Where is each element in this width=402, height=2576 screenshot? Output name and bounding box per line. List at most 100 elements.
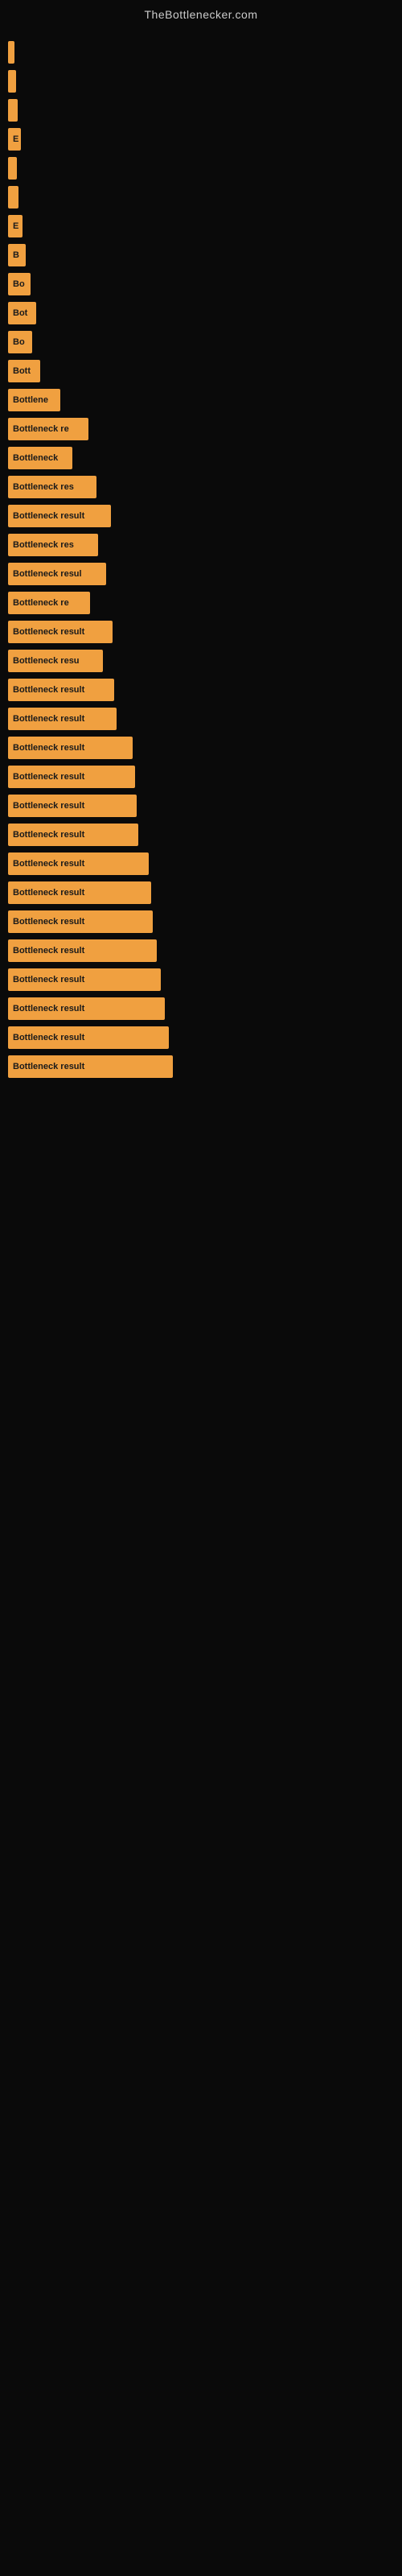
bar-row: Bottleneck result: [8, 505, 394, 527]
bar-label-18: Bottleneck res: [13, 540, 74, 550]
bottleneck-bar-2: [8, 70, 16, 93]
bar-row: [8, 157, 394, 180]
bar-label-8: B: [13, 250, 19, 260]
bottleneck-bar-28: Bottleneck result: [8, 824, 138, 846]
bar-label-32: Bottleneck result: [13, 946, 84, 956]
bar-row: Bottleneck result: [8, 939, 394, 962]
bar-label-28: Bottleneck result: [13, 830, 84, 840]
bar-label-7: E: [13, 221, 18, 231]
bar-row: Bottleneck result: [8, 679, 394, 701]
bar-row: E: [8, 128, 394, 151]
bottleneck-bar-3: [8, 99, 18, 122]
bottleneck-bar-32: Bottleneck result: [8, 939, 157, 962]
bar-label-20: Bottleneck re: [13, 598, 69, 608]
bar-row: Bottleneck result: [8, 737, 394, 759]
bottleneck-bar-31: Bottleneck result: [8, 910, 153, 933]
bottleneck-bar-30: Bottleneck result: [8, 881, 151, 904]
bar-label-36: Bottleneck result: [13, 1062, 84, 1071]
bar-row: Bottlene: [8, 389, 394, 411]
bottleneck-bar-16: Bottleneck res: [8, 476, 96, 498]
bottleneck-bar-35: Bottleneck result: [8, 1026, 169, 1049]
bar-row: Bottleneck result: [8, 968, 394, 991]
bottleneck-bar-1: [8, 41, 14, 64]
bottleneck-bar-18: Bottleneck res: [8, 534, 98, 556]
bar-label-24: Bottleneck result: [13, 714, 84, 724]
bar-label-9: Bo: [13, 279, 25, 289]
bottleneck-bar-14: Bottleneck re: [8, 418, 88, 440]
bar-row: Bottleneck result: [8, 910, 394, 933]
bar-row: Bottleneck result: [8, 997, 394, 1020]
bar-row: Bottleneck result: [8, 708, 394, 730]
bar-label-25: Bottleneck result: [13, 743, 84, 753]
bottleneck-bar-21: Bottleneck result: [8, 621, 113, 643]
bottleneck-bar-8: B: [8, 244, 26, 266]
bottleneck-bar-19: Bottleneck resul: [8, 563, 106, 585]
bottleneck-bar-26: Bottleneck result: [8, 766, 135, 788]
bottleneck-bar-27: Bottleneck result: [8, 795, 137, 817]
bottleneck-bar-7: E: [8, 215, 23, 237]
bar-row: Bo: [8, 331, 394, 353]
bar-row: Bottleneck result: [8, 1055, 394, 1078]
bar-label-23: Bottleneck result: [13, 685, 84, 695]
bottleneck-bar-24: Bottleneck result: [8, 708, 117, 730]
bottleneck-bar-12: Bott: [8, 360, 40, 382]
bottleneck-bar-9: Bo: [8, 273, 31, 295]
bottleneck-bar-33: Bottleneck result: [8, 968, 161, 991]
bar-label-27: Bottleneck result: [13, 801, 84, 811]
bottleneck-bar-10: Bot: [8, 302, 36, 324]
bar-row: Bottleneck re: [8, 592, 394, 614]
bar-label-15: Bottleneck: [13, 453, 58, 463]
bar-row: Bottleneck res: [8, 534, 394, 556]
bar-row: Bottleneck result: [8, 1026, 394, 1049]
bar-label-16: Bottleneck res: [13, 482, 74, 492]
bar-row: Bottleneck resu: [8, 650, 394, 672]
bar-label-30: Bottleneck result: [13, 888, 84, 898]
bar-label-19: Bottleneck resul: [13, 569, 82, 579]
bar-row: Bottleneck result: [8, 795, 394, 817]
bar-label-17: Bottleneck result: [13, 511, 84, 521]
bar-row: Bottleneck result: [8, 766, 394, 788]
bar-label-14: Bottleneck re: [13, 424, 69, 434]
bar-label-21: Bottleneck result: [13, 627, 84, 637]
bar-row: Bottleneck result: [8, 881, 394, 904]
bar-row: [8, 70, 394, 93]
bottleneck-bar-29: Bottleneck result: [8, 852, 149, 875]
bar-row: [8, 99, 394, 122]
bar-row: [8, 41, 394, 64]
bar-label-29: Bottleneck result: [13, 859, 84, 869]
bar-row: Bottleneck resul: [8, 563, 394, 585]
bar-row: [8, 186, 394, 208]
bar-label-31: Bottleneck result: [13, 917, 84, 927]
bar-label-22: Bottleneck resu: [13, 656, 80, 666]
bar-label-33: Bottleneck result: [13, 975, 84, 985]
bar-row: Bo: [8, 273, 394, 295]
bottleneck-bar-20: Bottleneck re: [8, 592, 90, 614]
bar-row: Bottleneck result: [8, 824, 394, 846]
bar-label-11: Bo: [13, 337, 25, 347]
bar-row: Bott: [8, 360, 394, 382]
bar-label-10: Bot: [13, 308, 27, 318]
bar-row: Bot: [8, 302, 394, 324]
bottleneck-bar-23: Bottleneck result: [8, 679, 114, 701]
bar-row: Bottleneck re: [8, 418, 394, 440]
bar-row: B: [8, 244, 394, 266]
site-title-text: TheBottlenecker.com: [0, 0, 402, 25]
bottleneck-bar-15: Bottleneck: [8, 447, 72, 469]
bottleneck-bar-22: Bottleneck resu: [8, 650, 103, 672]
bar-row: Bottleneck result: [8, 852, 394, 875]
bar-label-35: Bottleneck result: [13, 1033, 84, 1042]
bar-label-26: Bottleneck result: [13, 772, 84, 782]
bottleneck-bar-6: [8, 186, 18, 208]
bottleneck-bar-13: Bottlene: [8, 389, 60, 411]
bar-label-4: E: [13, 134, 18, 144]
bottleneck-bar-4: E: [8, 128, 21, 151]
bottleneck-bar-34: Bottleneck result: [8, 997, 165, 1020]
bar-label-12: Bott: [13, 366, 31, 376]
bottleneck-bar-5: [8, 157, 17, 180]
bar-row: Bottleneck result: [8, 621, 394, 643]
bar-label-34: Bottleneck result: [13, 1004, 84, 1013]
bar-row: E: [8, 215, 394, 237]
bottleneck-bar-25: Bottleneck result: [8, 737, 133, 759]
bottleneck-bar-17: Bottleneck result: [8, 505, 111, 527]
bar-row: Bottleneck: [8, 447, 394, 469]
